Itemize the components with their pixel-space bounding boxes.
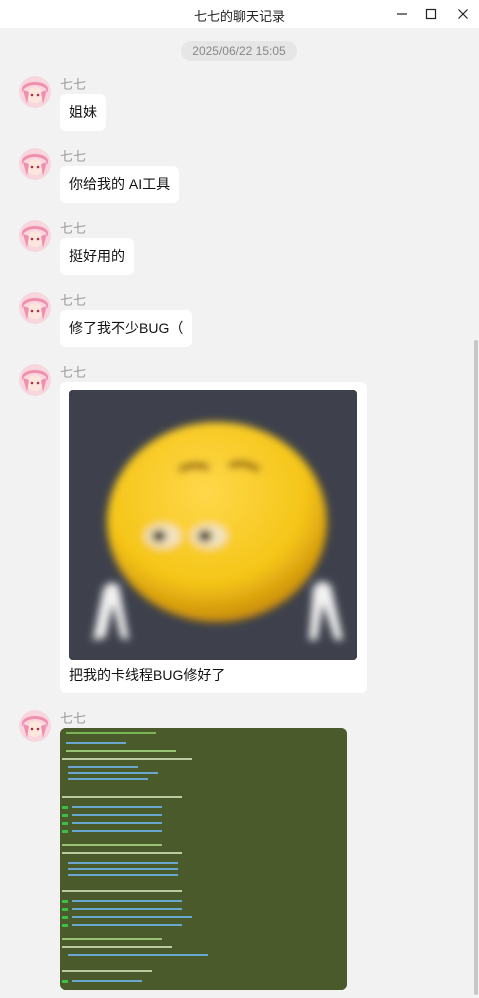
- close-icon: [458, 9, 468, 19]
- message-bubble[interactable]: 修了我不少BUG（: [60, 310, 193, 347]
- sender-name: 七七: [60, 221, 87, 236]
- maximize-icon: [425, 8, 437, 20]
- avatar[interactable]: [19, 292, 51, 324]
- sender-name: 七七: [60, 711, 87, 726]
- sender-name: 七七: [60, 293, 87, 308]
- avatar[interactable]: [19, 148, 51, 180]
- sticker-image[interactable]: [69, 390, 357, 660]
- maximize-button[interactable]: [415, 0, 447, 28]
- avatar[interactable]: [19, 220, 51, 252]
- minimize-icon: [397, 13, 407, 15]
- screenshot-image[interactable]: [60, 728, 347, 990]
- close-button[interactable]: [447, 0, 479, 28]
- message-bubble[interactable]: 姐妹: [60, 94, 106, 131]
- sender-name: 七七: [60, 365, 87, 380]
- avatar[interactable]: [19, 710, 51, 742]
- sender-name: 七七: [60, 77, 87, 92]
- avatar[interactable]: [19, 364, 51, 396]
- scrollbar-thumb[interactable]: [474, 340, 478, 995]
- message-bubble[interactable]: 挺好用的: [60, 238, 134, 275]
- image-caption: 把我的卡线程BUG修好了: [69, 667, 226, 683]
- sender-name: 七七: [60, 149, 87, 164]
- title-bar: 七七的聊天记录: [0, 0, 479, 28]
- avatar[interactable]: [19, 76, 51, 108]
- message-bubble[interactable]: 你给我的 AI工具: [60, 166, 180, 203]
- image-message[interactable]: 把我的卡线程BUG修好了: [60, 382, 367, 693]
- date-separator: 2025/06/22 15:05: [181, 41, 297, 61]
- minimize-button[interactable]: [386, 0, 418, 28]
